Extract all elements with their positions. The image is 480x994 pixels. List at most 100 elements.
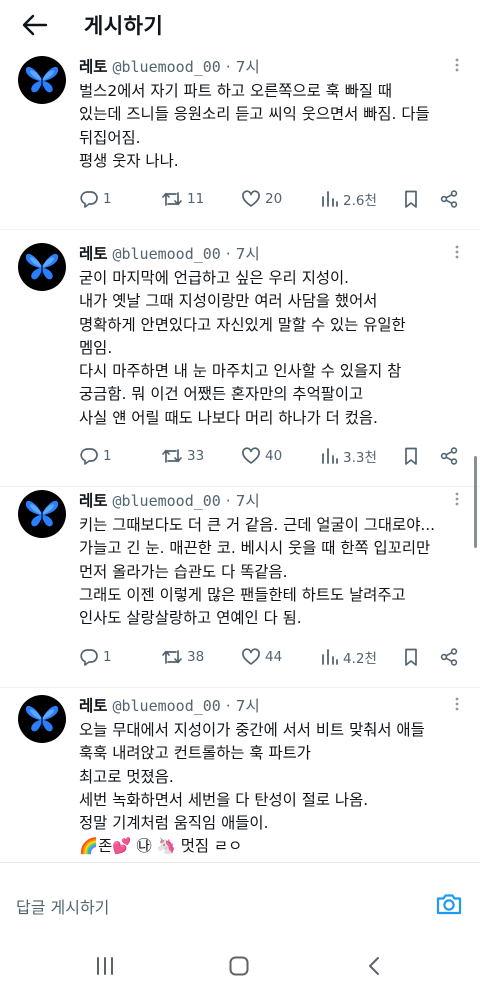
more-vertical-icon[interactable]	[449, 57, 465, 73]
retweet-icon	[161, 189, 183, 209]
recent-apps-icon[interactable]	[92, 953, 118, 979]
author-handle[interactable]: @bluemood_00	[112, 245, 220, 263]
tweet-header: 레토 @bluemood_00 · 7시	[79, 694, 260, 716]
retweet-button[interactable]: 33	[161, 444, 204, 468]
author-name[interactable]: 레토	[79, 245, 108, 263]
bookmark-button[interactable]	[402, 444, 420, 468]
tweet-text: 오늘 무대에서 지성이가 중간에 서서 비트 맞춰서 애들훅훅 내려앉고 컨트롤…	[79, 719, 471, 859]
share-button[interactable]	[439, 645, 459, 669]
bookmark-button[interactable]	[402, 187, 420, 211]
tweet-text-line: 그래도 이젠 이렇게 많은 팬들한테 하트도 날려주고	[79, 585, 406, 604]
tweet-text-line: 세번 녹화하면서 세번을 다 탄성이 절로 나옴.	[79, 790, 369, 809]
tweet-time: · 7시	[225, 492, 260, 510]
tweet-text-line: 명확하게 안면있다고 자신있게 말할 수 있는 유일한	[79, 315, 406, 334]
tweet-text-line: 🌈존💕 ㉯ 🦄 멋짐 ㄹㅇ	[79, 837, 243, 856]
views-icon	[321, 189, 339, 209]
views-button[interactable]: 2.6천	[321, 187, 377, 211]
tweet-text: 키는 그때보다도 더 큰 거 같음. 근데 얼굴이 그대로야... 가늘고 긴 눈…	[79, 514, 471, 630]
more-vertical-icon[interactable]	[449, 696, 465, 712]
reply-button[interactable]: 1	[79, 444, 112, 468]
reply-count: 1	[103, 448, 112, 465]
tweet-text-line: 있는데 즈니들 응원소리 듣고 씨익 웃으면서 빠짐. 다들	[79, 105, 430, 124]
home-icon[interactable]	[226, 953, 252, 979]
bookmark-icon	[402, 189, 420, 209]
author-handle[interactable]: @bluemood_00	[112, 492, 220, 510]
reply-count: 1	[103, 191, 112, 208]
like-button[interactable]: 20	[241, 187, 282, 211]
retweet-count: 33	[187, 448, 205, 465]
tweet-text-line: 멤임.	[79, 338, 113, 357]
views-count: 2.6천	[343, 193, 377, 210]
tweet-time: · 7시	[225, 697, 260, 715]
author-name[interactable]: 레토	[79, 58, 108, 76]
share-button[interactable]	[439, 187, 459, 211]
retweet-count: 38	[187, 648, 205, 665]
system-nav-bar	[0, 936, 480, 994]
tweet-actions: 1 38 44 4.2천	[79, 645, 469, 669]
heart-icon	[241, 189, 261, 209]
tweet-header: 레토 @bluemood_00 · 7시	[79, 489, 260, 511]
author-name[interactable]: 레토	[79, 492, 108, 510]
reply-count: 1	[103, 648, 112, 665]
like-button[interactable]: 44	[241, 645, 282, 669]
reply-bar[interactable]: 답글 게시하기	[0, 862, 480, 937]
share-icon	[439, 446, 459, 466]
share-icon	[439, 189, 459, 209]
bookmark-icon	[402, 446, 420, 466]
more-vertical-icon[interactable]	[449, 491, 465, 507]
tweet-text-line: 훅훅 내려앉고 컨트롤하는 훅 파트가	[79, 744, 311, 763]
like-count: 40	[265, 448, 283, 465]
reply-icon	[79, 446, 99, 466]
retweet-button[interactable]: 11	[161, 187, 204, 211]
tweet-text-line: 최고로 멋졌음.	[79, 767, 174, 786]
reply-button[interactable]: 1	[79, 645, 112, 669]
share-button[interactable]	[439, 444, 459, 468]
tweet-actions: 1 33 40 3.3천	[79, 444, 469, 468]
heart-icon	[241, 446, 261, 466]
views-count: 3.3천	[343, 450, 377, 467]
tweet-text-line: 벌스2에서 자기 파트 하고 오른쪽으로 훅 빠질 때	[79, 82, 393, 100]
views-button[interactable]: 3.3천	[321, 444, 377, 468]
avatar[interactable]	[18, 243, 66, 291]
camera-icon[interactable]	[435, 890, 463, 918]
avatar[interactable]	[18, 695, 66, 743]
back-icon[interactable]	[362, 953, 388, 979]
more-vertical-icon[interactable]	[449, 244, 465, 260]
bookmark-button[interactable]	[402, 645, 420, 669]
avatar[interactable]	[18, 490, 66, 538]
views-icon	[321, 446, 339, 466]
arrow-left-icon[interactable]	[18, 8, 52, 42]
tweet-actions: 1 11 20 2.6천	[79, 187, 469, 211]
tweet-text-line: 먼저 올라가는 습관도 다 똑같음.	[79, 562, 288, 581]
author-handle[interactable]: @bluemood_00	[112, 697, 220, 715]
tweet[interactable]: 레토 @bluemood_00 · 7시굳이 마지막에 언급하고 싶은 우리 지…	[0, 223, 480, 488]
tweet-time: · 7시	[225, 58, 260, 76]
author-name[interactable]: 레토	[79, 697, 108, 715]
tweet-text-line: 사실 얜 어릴 때도 나보다 머리 하나가 더 컸음.	[79, 408, 378, 427]
reply-button[interactable]: 1	[79, 187, 112, 211]
retweet-button[interactable]: 38	[161, 645, 204, 669]
share-icon	[439, 647, 459, 667]
tweet-text-line: 오늘 무대에서 지성이가 중간에 서서 비트 맞춰서 애들	[79, 721, 425, 739]
tweet-text: 벌스2에서 자기 파트 하고 오른쪽으로 훅 빠질 때있는데 즈니들 응원소리 …	[79, 80, 471, 173]
scrollbar[interactable]	[474, 456, 477, 548]
views-button[interactable]: 4.2천	[321, 645, 377, 669]
tweet-text-line: 인사도 살랑살랑하고 연예인 다 됨.	[79, 609, 302, 628]
tweet-header: 레토 @bluemood_00 · 7시	[79, 242, 260, 264]
views-count: 4.2천	[343, 650, 377, 667]
tweet-text-line: 평생 웃자 나나.	[79, 151, 179, 170]
reply-icon	[79, 189, 99, 209]
bookmark-icon	[402, 647, 420, 667]
tweet-time: · 7시	[225, 245, 260, 263]
reply-input[interactable]: 답글 게시하기	[16, 894, 109, 918]
tweet[interactable]: 레토 @bluemood_00 · 7시오늘 무대에서 지성이가 중간에 서서 …	[0, 675, 480, 862]
like-count: 20	[265, 191, 283, 208]
page-title: 게시하기	[84, 14, 164, 38]
tweet-text: 굳이 마지막에 언급하고 싶은 우리 지성이. 내가 옛날 그때 지성이랑만 여러…	[79, 267, 471, 430]
heart-icon	[241, 647, 261, 667]
like-button[interactable]: 40	[241, 444, 282, 468]
author-handle[interactable]: @bluemood_00	[112, 58, 220, 76]
tweet-feed[interactable]: 레토 @bluemood_00 · 7시벌스2에서 자기 파트 하고 오른쪽으로…	[0, 0, 480, 862]
avatar[interactable]	[18, 56, 66, 104]
tweet-text-line: 궁금함. 뭐 이건 어쨌든 혼자만의 추억팔이고	[79, 385, 364, 404]
